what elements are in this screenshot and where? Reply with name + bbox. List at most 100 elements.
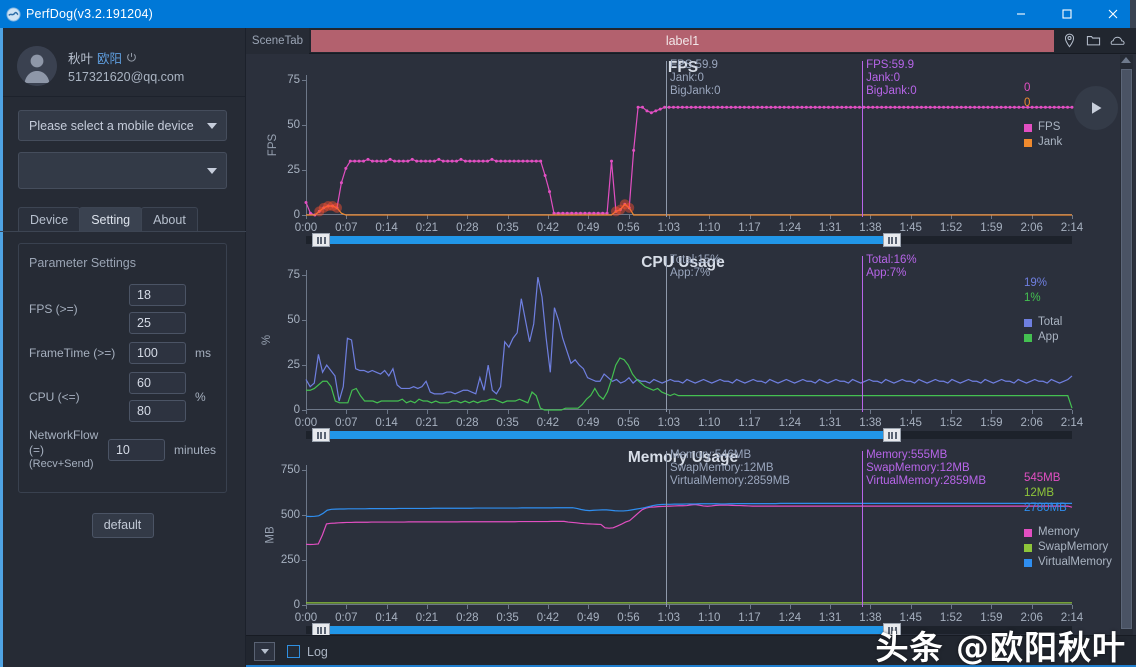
scrollbar-handle-right[interactable] xyxy=(883,233,901,247)
power-icon[interactable] xyxy=(126,52,137,63)
chart-cursor[interactable]: Memory:555MB SwapMemory:12MB VirtualMemory… xyxy=(862,449,986,607)
maximize-button[interactable] xyxy=(1044,0,1090,28)
setting-row-frametime: FrameTime (>=) 100 ms xyxy=(29,340,216,366)
app-select[interactable] xyxy=(18,152,227,189)
charts-container: FPS FPS 0 25 50 75 0:00 0:07 0:14 0:21 0:28 0:35 0:4… xyxy=(246,55,1120,640)
chart-cursor[interactable]: Total:16% App:7% xyxy=(862,254,917,412)
y-axis-label: FPS xyxy=(267,133,280,157)
fps-min-input[interactable]: 18 xyxy=(129,284,186,306)
cloud-icon[interactable] xyxy=(1110,33,1126,48)
tab-device[interactable]: Device xyxy=(18,207,81,232)
x-tickmark xyxy=(870,605,872,609)
cursor-line: Jank:0 xyxy=(670,72,704,84)
cursor-line: BigJank:0 xyxy=(866,85,917,97)
x-tickmark xyxy=(830,410,832,414)
device-select[interactable]: Please select a mobile device xyxy=(18,110,227,141)
scene-tab[interactable]: SceneTab xyxy=(246,27,309,54)
x-tickmark xyxy=(789,410,791,414)
y-tick: 750 xyxy=(280,464,300,477)
chart-legend: 545MB 12MB 2780MB Memory SwapMemory VirtualMe… xyxy=(1024,471,1116,570)
y-tick: 75 xyxy=(287,74,300,87)
left-sidebar: 秋叶 欧阳 517321620@qq.com Please select a m… xyxy=(0,28,246,667)
y-tick: 0 xyxy=(293,404,300,416)
legend-swatch-icon xyxy=(1024,543,1032,552)
x-tickmark xyxy=(306,605,307,609)
cursor-line: Memory:555MB xyxy=(866,449,948,461)
cursor-line: SwapMemory:12MB xyxy=(670,462,774,474)
sidebar-accent-bar xyxy=(0,28,3,667)
legend-label: App xyxy=(1038,331,1059,343)
scene-label-bar[interactable]: label1 xyxy=(311,29,1054,52)
tab-setting[interactable]: Setting xyxy=(79,207,143,232)
frametime-input[interactable]: 100 xyxy=(129,342,186,364)
x-tickmark xyxy=(467,605,469,609)
scrollbar-fill[interactable] xyxy=(321,236,892,244)
legend-label: Jank xyxy=(1038,136,1063,148)
cursor-line: VirtualMemory:2859MB xyxy=(866,475,987,487)
chevron-down-icon xyxy=(207,122,217,129)
chart-fps: FPS FPS 0 25 50 75 0:00 0:07 0:14 0:21 0:28 0:35 0:4… xyxy=(246,55,1120,250)
cursor-line: SwapMemory:12MB xyxy=(866,462,970,474)
timeline-scrollbar[interactable] xyxy=(306,428,1072,442)
networkflow-input[interactable]: 10 xyxy=(107,438,165,461)
minimize-button[interactable] xyxy=(998,0,1044,28)
legend-value: 545MB xyxy=(1024,472,1061,484)
plot-area[interactable]: MB 0 250 500 750 0:00 0:07 0:14 0:21 0:28 0:35 0:42… xyxy=(265,449,1084,624)
chart-lines xyxy=(305,277,1073,411)
folder-icon[interactable] xyxy=(1086,33,1101,48)
vertical-scrollbar[interactable] xyxy=(1120,55,1133,640)
cpu-max-input[interactable]: 80 xyxy=(129,400,186,422)
cursor-tooltip: Total:15% App:7% xyxy=(670,254,721,280)
y-tick: 0 xyxy=(293,209,300,221)
plot-area[interactable]: FPS 0 25 50 75 0:00 0:07 0:14 0:21 0:28 0:35 0:42 0:… xyxy=(267,59,1083,234)
cursor-line: BigJank:0 xyxy=(670,85,721,97)
cursor-line: VirtualMemory:2859MB xyxy=(670,475,790,487)
y-tick: 500 xyxy=(280,509,300,522)
networkflow-unit: minutes xyxy=(173,442,216,457)
scrollbar-fill[interactable] xyxy=(321,626,892,634)
cpu-min-input[interactable]: 60 xyxy=(129,372,186,394)
x-tickmark xyxy=(951,410,953,414)
tab-about[interactable]: About xyxy=(141,207,198,232)
x-tickmark xyxy=(588,605,590,609)
legend-item[interactable]: App xyxy=(1024,330,1116,345)
x-tickmark xyxy=(1031,410,1033,414)
x-tickmark xyxy=(507,410,509,414)
tab-device-label: Device xyxy=(30,213,69,227)
expand-panel-button[interactable] xyxy=(254,642,275,661)
x-tickmark xyxy=(386,605,388,609)
chart-cursor[interactable]: Total:15% App:7% xyxy=(666,254,721,412)
plot-area[interactable]: % 0 25 50 75 0:00 0:07 0:14 0:21 0:28 0:35 0:42 0:49… xyxy=(261,254,1083,429)
chart-cursor[interactable]: Memory:546MB SwapMemory:12MB VirtualMemory… xyxy=(666,449,790,607)
scrollbar-handle-left[interactable] xyxy=(312,233,331,247)
legend-item[interactable]: VirtualMemory xyxy=(1024,555,1116,570)
x-tickmark xyxy=(789,605,791,609)
scrollbar-fill[interactable] xyxy=(321,431,892,439)
scrollbar-handle-right[interactable] xyxy=(883,428,901,442)
legend-item[interactable]: SwapMemory xyxy=(1024,540,1116,555)
cursor-tooltip: Memory:555MB SwapMemory:12MB VirtualMemory… xyxy=(866,449,986,488)
x-tickmark xyxy=(1072,215,1073,219)
timeline-scrollbar[interactable] xyxy=(306,233,1072,247)
scrollbar-thumb[interactable] xyxy=(1121,69,1132,629)
x-tickmark xyxy=(306,410,307,414)
legend-item[interactable]: Jank xyxy=(1024,135,1116,150)
cursor-line: FPS:59.9 xyxy=(670,59,718,71)
legend-item[interactable]: Memory xyxy=(1024,525,1116,540)
x-tickmark xyxy=(749,605,751,609)
log-toggle[interactable]: Log xyxy=(287,645,328,659)
legend-item[interactable]: Total xyxy=(1024,315,1116,330)
tab-about-label: About xyxy=(153,213,186,227)
chart-cursor[interactable]: FPS:59.9 Jank:0 BigJank:0 xyxy=(862,59,917,217)
legend-swatch-icon xyxy=(1024,528,1032,537)
x-tickmark xyxy=(467,410,469,414)
fps-max-input[interactable]: 25 xyxy=(129,312,186,334)
chart-cursor[interactable]: FPS:59.9 Jank:0 BigJank:0 xyxy=(666,59,721,217)
location-pin-icon[interactable] xyxy=(1062,33,1077,48)
default-button[interactable]: default xyxy=(91,512,154,538)
scroll-up-arrow-icon[interactable] xyxy=(1121,57,1131,63)
play-button[interactable] xyxy=(1074,86,1118,130)
main-area: SceneTab label1 FPS FPS 0 25 50 75 0:00 0:07 0:1… xyxy=(246,27,1136,667)
scrollbar-handle-left[interactable] xyxy=(312,428,331,442)
log-checkbox[interactable] xyxy=(287,645,300,658)
